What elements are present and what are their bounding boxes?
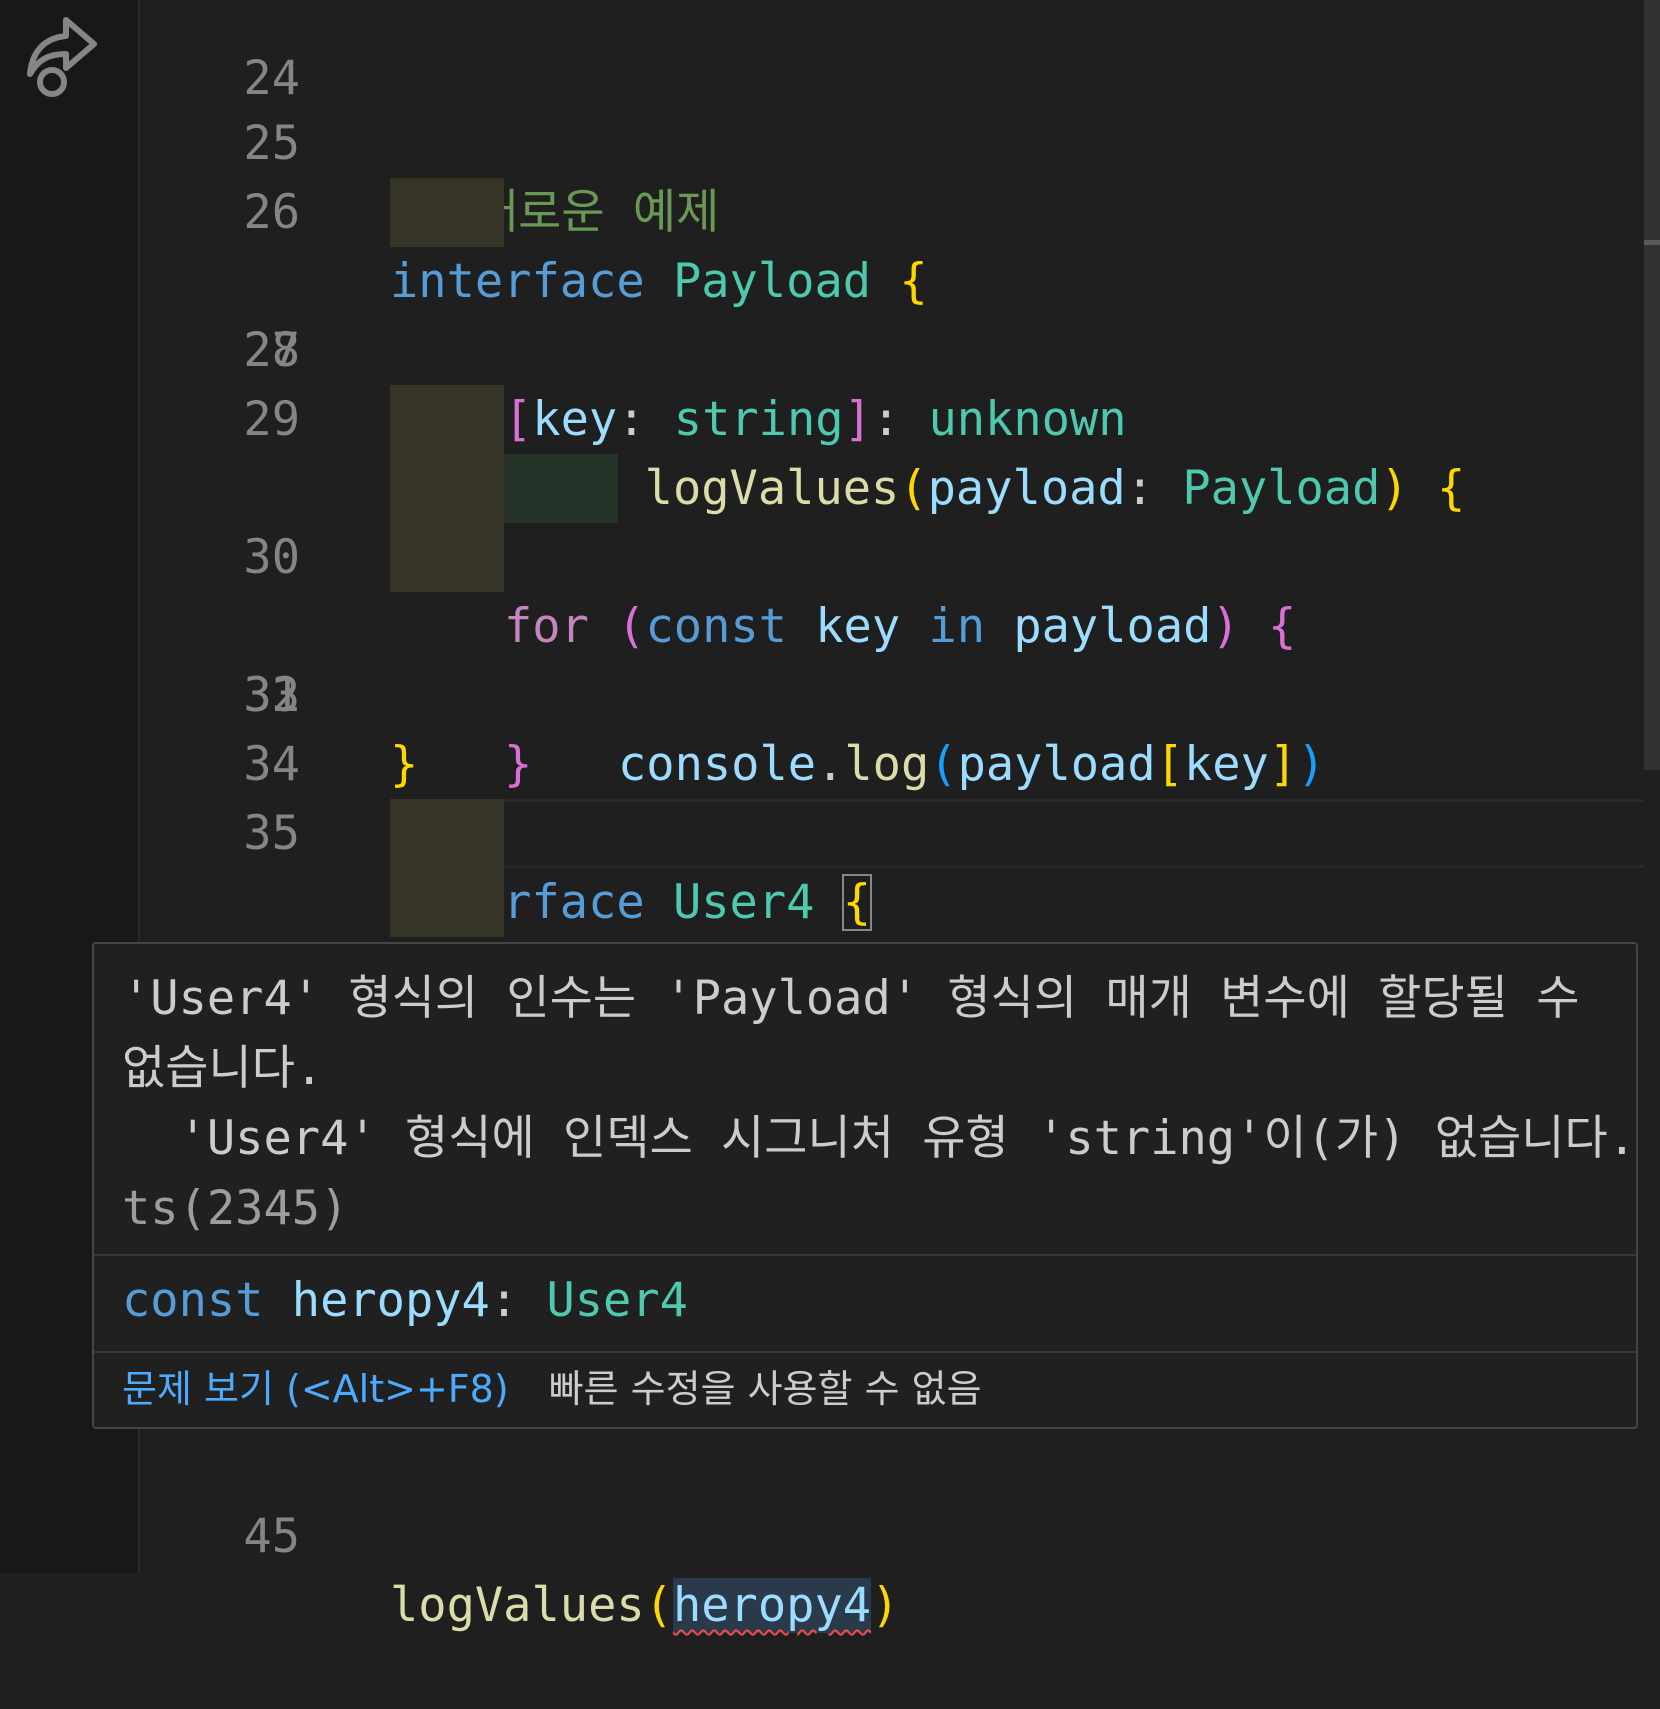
indent-guide xyxy=(504,454,618,523)
error-message-detail: 'User4' 형식에 인덱스 시그니처 유형 'string'이(가) 없습니… xyxy=(122,1111,1637,1166)
indent-guide xyxy=(390,523,504,592)
share-icon[interactable] xyxy=(14,8,106,100)
code-line: 24 xyxy=(140,0,1644,106)
code-line: 26 interface Payload { xyxy=(140,109,1644,309)
code-line: 35 interface User4 { xyxy=(140,730,1644,931)
no-quick-fix-label: 빠른 수정을 사용할 수 없음 xyxy=(548,1367,982,1411)
scrollbar-thumb[interactable] xyxy=(1644,0,1660,770)
bracket-token: ) xyxy=(871,1578,900,1633)
indent-guide xyxy=(390,454,504,523)
signature-keyword: const xyxy=(122,1273,264,1328)
signature-colon: : xyxy=(489,1273,547,1328)
hover-actions: 문제 보기 (<Alt>+F8) 빠른 수정을 사용할 수 없음 xyxy=(122,1354,982,1424)
code-line: 32 } xyxy=(140,523,1644,792)
current-line-highlight xyxy=(390,799,1645,868)
code-line: 45 logValues(heropy4) xyxy=(140,1433,1644,1633)
divider xyxy=(94,1351,1636,1353)
scrollbar-marker xyxy=(1644,240,1660,245)
code-line: 30 for (const key in payload) { xyxy=(140,385,1644,654)
code-line: 31 console.log(payload[key]) xyxy=(140,454,1644,792)
code-line: 37 age: number xyxy=(140,868,1644,1137)
indent-guide xyxy=(390,799,504,868)
divider xyxy=(94,1254,1636,1256)
code-line: 27 [key: string]: unknown xyxy=(140,178,1644,447)
view-problem-link[interactable]: 문제 보기 (<Alt>+F8) xyxy=(122,1367,509,1411)
code-content: logValues(heropy4) xyxy=(390,1571,899,1640)
indent-guide xyxy=(390,178,504,247)
error-message: 'User4' 형식의 인수는 'Payload' 형식의 매개 변수에 할당될… xyxy=(122,964,1636,1244)
code-line: 29 function logValues(payload: Payload) … xyxy=(140,316,1644,516)
code-line: 34 xyxy=(140,661,1644,792)
indent-guide xyxy=(390,385,504,454)
code-line: 33 } xyxy=(140,592,1644,792)
bracket-token: ( xyxy=(644,1578,673,1633)
code-line-current: 36 name: string xyxy=(140,799,1645,1137)
code-line: 25 // 새로운 예제 xyxy=(140,40,1644,240)
error-message-line: 'User4' 형식의 인수는 'Payload' 형식의 매개 변수에 할당될… xyxy=(122,971,1580,1096)
vertical-scrollbar[interactable] xyxy=(1644,0,1660,1573)
line-number: 45 xyxy=(243,1509,300,1564)
type-signature: const heropy4: User4 xyxy=(122,1266,688,1336)
signature-type: User4 xyxy=(546,1273,688,1328)
indent-guide xyxy=(390,868,504,937)
code-line: 28 } xyxy=(140,247,1644,447)
error-token[interactable]: heropy4 xyxy=(672,1578,872,1633)
signature-name: heropy4 xyxy=(291,1273,490,1328)
error-code: ts(2345) xyxy=(122,1181,349,1236)
function-token: logValues xyxy=(390,1578,645,1633)
error-hover-popup: 'User4' 형식의 인수는 'Payload' 형식의 매개 변수에 할당될… xyxy=(92,942,1638,1429)
